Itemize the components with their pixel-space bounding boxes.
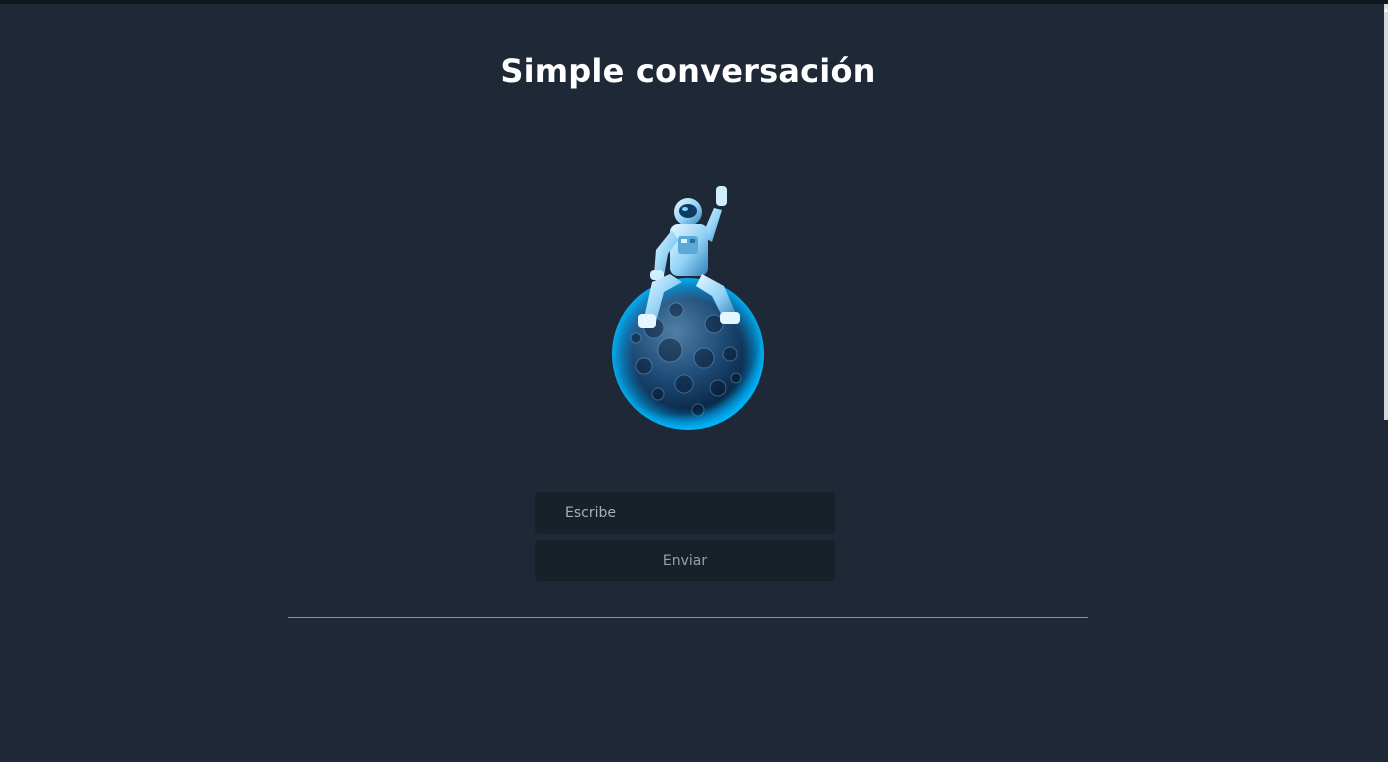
message-input[interactable]	[535, 492, 835, 534]
astronaut-on-moon-icon	[612, 186, 764, 430]
main-content: Simple conversación Escribe Enviar	[0, 0, 1388, 762]
send-button[interactable]: Enviar	[535, 540, 835, 581]
conversation-divider	[288, 617, 1088, 618]
page-title: Simple conversación	[500, 52, 876, 90]
chat-form: Enviar	[535, 492, 835, 581]
